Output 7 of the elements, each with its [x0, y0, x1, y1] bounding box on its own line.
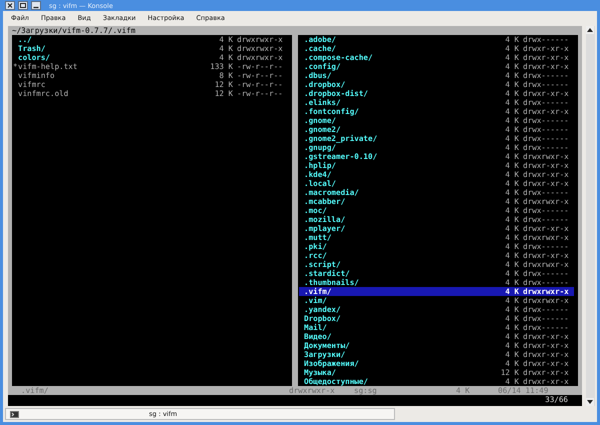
- scrollbar[interactable]: [586, 26, 595, 406]
- scroll-up-icon[interactable]: [586, 26, 594, 34]
- minimize-icon[interactable]: [31, 1, 41, 10]
- terminal-icon: [10, 410, 19, 418]
- close-icon[interactable]: [5, 1, 15, 10]
- maximize-icon[interactable]: [18, 1, 28, 10]
- scroll-down-icon[interactable]: [586, 398, 594, 406]
